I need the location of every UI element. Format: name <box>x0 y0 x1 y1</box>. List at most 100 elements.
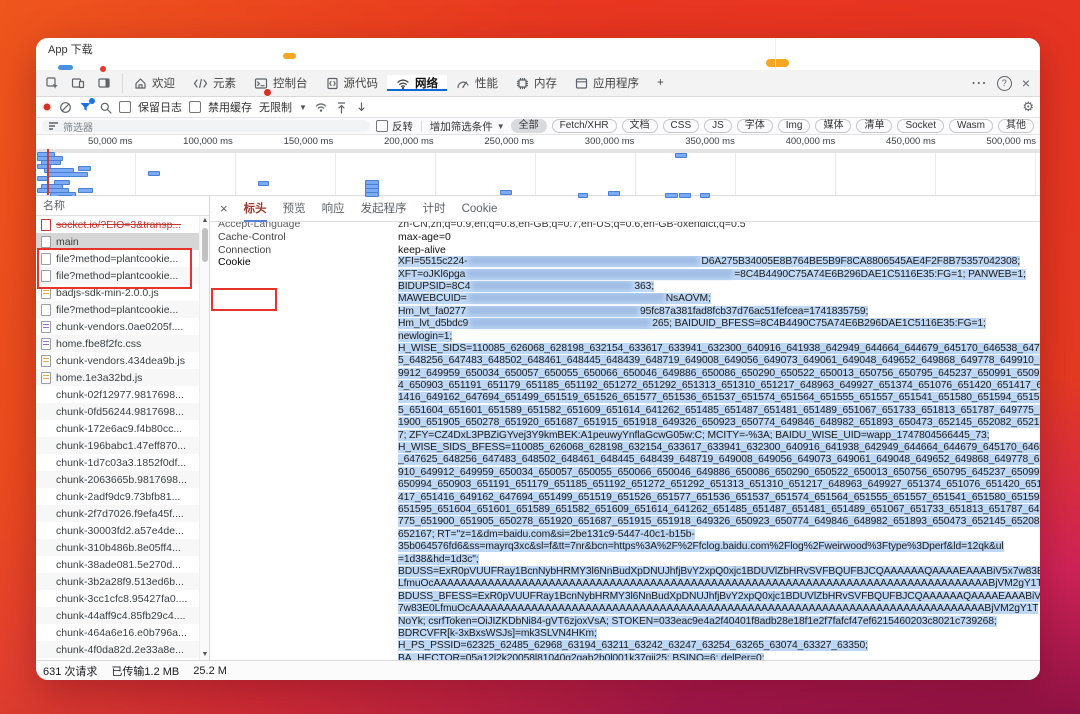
request-row[interactable]: file?method=plantcookie... <box>36 267 209 284</box>
filter-pill-其他[interactable]: 其他 <box>998 119 1034 133</box>
request-name: chunk-4f0da82d.2e33a8e... <box>56 644 184 656</box>
detail-tab-发起程序[interactable]: 发起程序 <box>361 196 407 222</box>
scroll-down-icon[interactable]: ▼ <box>200 650 210 660</box>
more-options-icon[interactable]: ⋯ <box>971 73 987 93</box>
devtools-tab-sources[interactable]: 源代码 <box>317 75 388 91</box>
cookie-value[interactable]: XFI=5515c224-D6A275B34005E8B764BE5B9F8CA… <box>398 256 1040 660</box>
header-name: Accept-Language <box>218 222 398 231</box>
detail-tab-预览[interactable]: 预览 <box>283 196 306 222</box>
devtools-tab-performance[interactable]: 性能 <box>447 75 507 91</box>
plain-file-icon <box>41 440 51 452</box>
devtools-tab-application[interactable]: 应用程序 <box>566 75 648 91</box>
help-icon[interactable]: ? <box>997 76 1012 91</box>
cookie-line: XFI=5515c224-D6A275B34005E8B764BE5B9F8CA… <box>398 256 1040 268</box>
filter-pill-文档[interactable]: 文档 <box>622 119 658 133</box>
request-row[interactable]: chunk-310b486b.8e05ff4... <box>36 539 209 556</box>
request-row[interactable]: socket.io/?EIO=3&transp... <box>36 216 209 233</box>
filter-pill-CSS[interactable]: CSS <box>663 119 700 133</box>
filter-pill-Img[interactable]: Img <box>778 119 811 133</box>
filter-pill-清单[interactable]: 清单 <box>856 119 892 133</box>
filter-input[interactable]: 筛选器 <box>42 120 370 132</box>
request-list-scrollbar[interactable]: ▲ ▼ <box>199 216 209 660</box>
plain-file-icon <box>41 389 51 401</box>
filter-pill-媒体[interactable]: 媒体 <box>815 119 851 133</box>
request-row[interactable]: chunk-4f0da82d.2e33a8e... <box>36 641 209 658</box>
filter-pill-全部[interactable]: 全部 <box>511 119 547 133</box>
request-row[interactable]: chunk-0fd56244.9817698... <box>36 403 209 420</box>
throttling-select[interactable]: 无限制 <box>259 99 292 115</box>
request-row[interactable]: chunk-2adf9dc9.73bfb81... <box>36 488 209 505</box>
export-har-icon[interactable] <box>355 101 368 114</box>
clear-icon[interactable] <box>59 101 72 114</box>
request-row[interactable]: chunk-vendors.0ae0205f.... <box>36 318 209 335</box>
preserve-log-checkbox[interactable] <box>119 101 131 113</box>
add-filter-condition-button[interactable]: 增加筛选条件 ▼ <box>430 119 505 134</box>
request-name: main <box>56 236 79 248</box>
search-icon[interactable] <box>99 101 112 114</box>
request-row[interactable]: chunk-1d7c03a3.1852f0df... <box>36 454 209 471</box>
inspect-button[interactable] <box>40 72 64 94</box>
request-row[interactable]: chunk-vendors.434dea9b.js <box>36 352 209 369</box>
header-name: Cache-Control <box>218 231 398 244</box>
request-name: chunk-2063665b.9817698... <box>56 474 187 486</box>
page-top-strip: App 下载 <box>36 38 1040 70</box>
more-tabs-button[interactable]: + <box>648 70 673 96</box>
request-name: chunk-02f12977.9817698... <box>56 389 184 401</box>
filter-pill-JS[interactable]: JS <box>704 119 732 133</box>
chevron-down-icon[interactable]: ▼ <box>299 103 307 112</box>
devtools-tab-memory[interactable]: 内存 <box>507 75 566 91</box>
request-row[interactable]: chunk-464a6e16.e0b796a... <box>36 624 209 641</box>
filter-toggle-icon[interactable] <box>79 101 92 113</box>
filter-pill-Socket[interactable]: Socket <box>897 119 944 133</box>
detail-tab-计时[interactable]: 计时 <box>423 196 446 222</box>
devices-button[interactable] <box>66 72 90 94</box>
devtools-tab-network[interactable]: 网络 <box>387 75 447 91</box>
request-row[interactable]: chunk-2063665b.9817698... <box>36 471 209 488</box>
request-row[interactable]: file?method=plantcookie... <box>36 250 209 267</box>
scroll-up-icon[interactable]: ▲ <box>200 216 210 226</box>
devtools-tab-home[interactable]: 欢迎 <box>125 75 184 91</box>
request-row[interactable]: chunk-3cc1cfc8.95427fa0.... <box>36 590 209 607</box>
request-row[interactable]: chunk-2f7d7026.f9efa45f.... <box>36 505 209 522</box>
request-count: 631 次请求 <box>43 663 97 679</box>
request-name: chunk-30003fd2.a57e4de... <box>56 525 184 537</box>
memory-icon <box>516 77 529 90</box>
request-row[interactable]: badjs-sdk-min-2.0.0.js <box>36 284 209 301</box>
invert-checkbox[interactable] <box>376 120 388 132</box>
devtools-tab-console[interactable]: 控制台 <box>245 75 317 91</box>
plain-file-icon <box>41 559 51 571</box>
network-settings-gear-icon[interactable]: ⚙ <box>1022 99 1034 115</box>
request-row[interactable]: chunk-172e6ac9.f4b80cc... <box>36 420 209 437</box>
request-row[interactable]: file?method=plantcookie... <box>36 301 209 318</box>
request-row[interactable]: chunk-30003fd2.a57e4de... <box>36 522 209 539</box>
timeline-overview[interactable]: 50,000 ms100,000 ms150,000 ms200,000 ms2… <box>36 135 1040 196</box>
request-row[interactable]: home.fbe8f2fc.css <box>36 335 209 352</box>
filter-pill-Wasm[interactable]: Wasm <box>949 119 993 133</box>
scrollbar-thumb[interactable] <box>202 228 208 262</box>
network-conditions-icon[interactable] <box>314 101 328 113</box>
request-row[interactable]: chunk-02f12977.9817698... <box>36 386 209 403</box>
devtools-tab-code[interactable]: 元素 <box>184 75 245 91</box>
detail-tab-标头[interactable]: 标头 <box>244 196 267 222</box>
detail-tab-Cookie[interactable]: Cookie <box>462 196 498 222</box>
close-devtools-icon[interactable]: × <box>1022 75 1030 91</box>
close-detail-icon[interactable]: × <box>220 201 228 216</box>
app-download-link[interactable]: App 下载 <box>48 41 93 57</box>
filter-pill-Fetch/XHR[interactable]: Fetch/XHR <box>552 119 617 133</box>
request-name: chunk-vendors.0ae0205f.... <box>56 321 183 333</box>
dock-button[interactable] <box>92 72 116 94</box>
disable-cache-checkbox[interactable] <box>189 101 201 113</box>
import-har-icon[interactable] <box>335 101 348 114</box>
request-row[interactable]: home.1e3a32bd.js <box>36 369 209 386</box>
request-row[interactable]: chunk-3b2a28f9.513ed6b... <box>36 573 209 590</box>
record-icon[interactable] <box>42 102 52 112</box>
cookie-line: 775_651900_651905_650278_651920_651687_6… <box>398 516 1040 528</box>
detail-tab-响应[interactable]: 响应 <box>322 196 345 222</box>
request-list-header-name[interactable]: 名称 <box>36 196 209 216</box>
request-row[interactable]: chunk-44aff9c4.85fb29c4.... <box>36 607 209 624</box>
filter-pill-字体[interactable]: 字体 <box>737 119 773 133</box>
chevron-down-icon: ▼ <box>497 122 505 131</box>
request-row[interactable]: chunk-38ade081.5e270d... <box>36 556 209 573</box>
request-row[interactable]: chunk-196babc1.47eff870... <box>36 437 209 454</box>
request-row[interactable]: main <box>36 233 209 250</box>
